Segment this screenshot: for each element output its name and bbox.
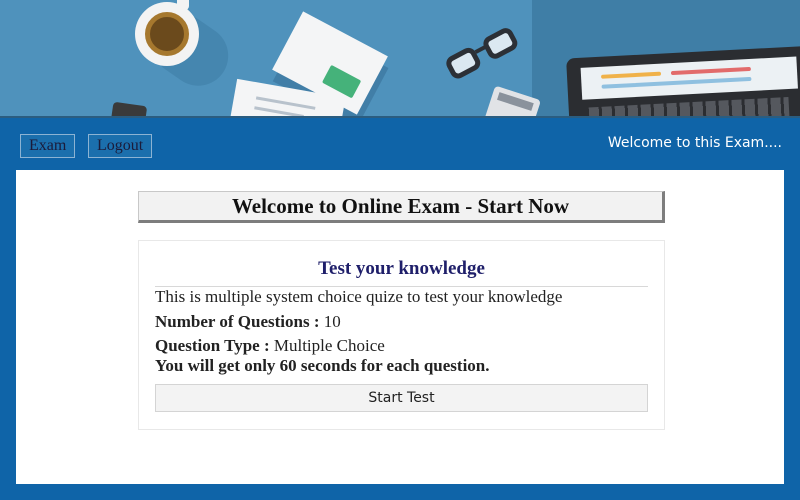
laptop-icon <box>566 45 800 116</box>
glasses-icon <box>434 12 537 98</box>
question-type-row: Question Type : Multiple Choice <box>155 336 385 356</box>
exam-description: This is multiple system choice quize to … <box>155 287 563 306</box>
coffee-cup-icon <box>135 0 199 66</box>
phone-icon <box>110 101 148 116</box>
question-type-label: Question Type : <box>155 336 270 355</box>
header-banner <box>0 0 800 118</box>
welcome-message: Welcome to this Exam.... <box>607 135 782 151</box>
main-content: Welcome to Online Exam - Start Now Test … <box>16 170 784 484</box>
exam-info-panel: Test your knowledge This is multiple sys… <box>138 240 665 430</box>
logout-nav-button[interactable]: Logout <box>88 134 153 158</box>
panel-title: Test your knowledge <box>155 255 648 287</box>
page-title: Welcome to Online Exam - Start Now <box>138 191 665 223</box>
question-type-value: Multiple Choice <box>273 336 385 355</box>
start-test-button[interactable]: Start Test <box>155 384 648 412</box>
time-limit-note: You will get only 60 seconds for each qu… <box>155 356 490 375</box>
question-count-row: Number of Questions : 10 <box>155 312 341 332</box>
question-count-value: 10 <box>323 312 341 331</box>
exam-nav-button[interactable]: Exam <box>20 134 76 158</box>
question-count-label: Number of Questions : <box>155 312 320 331</box>
